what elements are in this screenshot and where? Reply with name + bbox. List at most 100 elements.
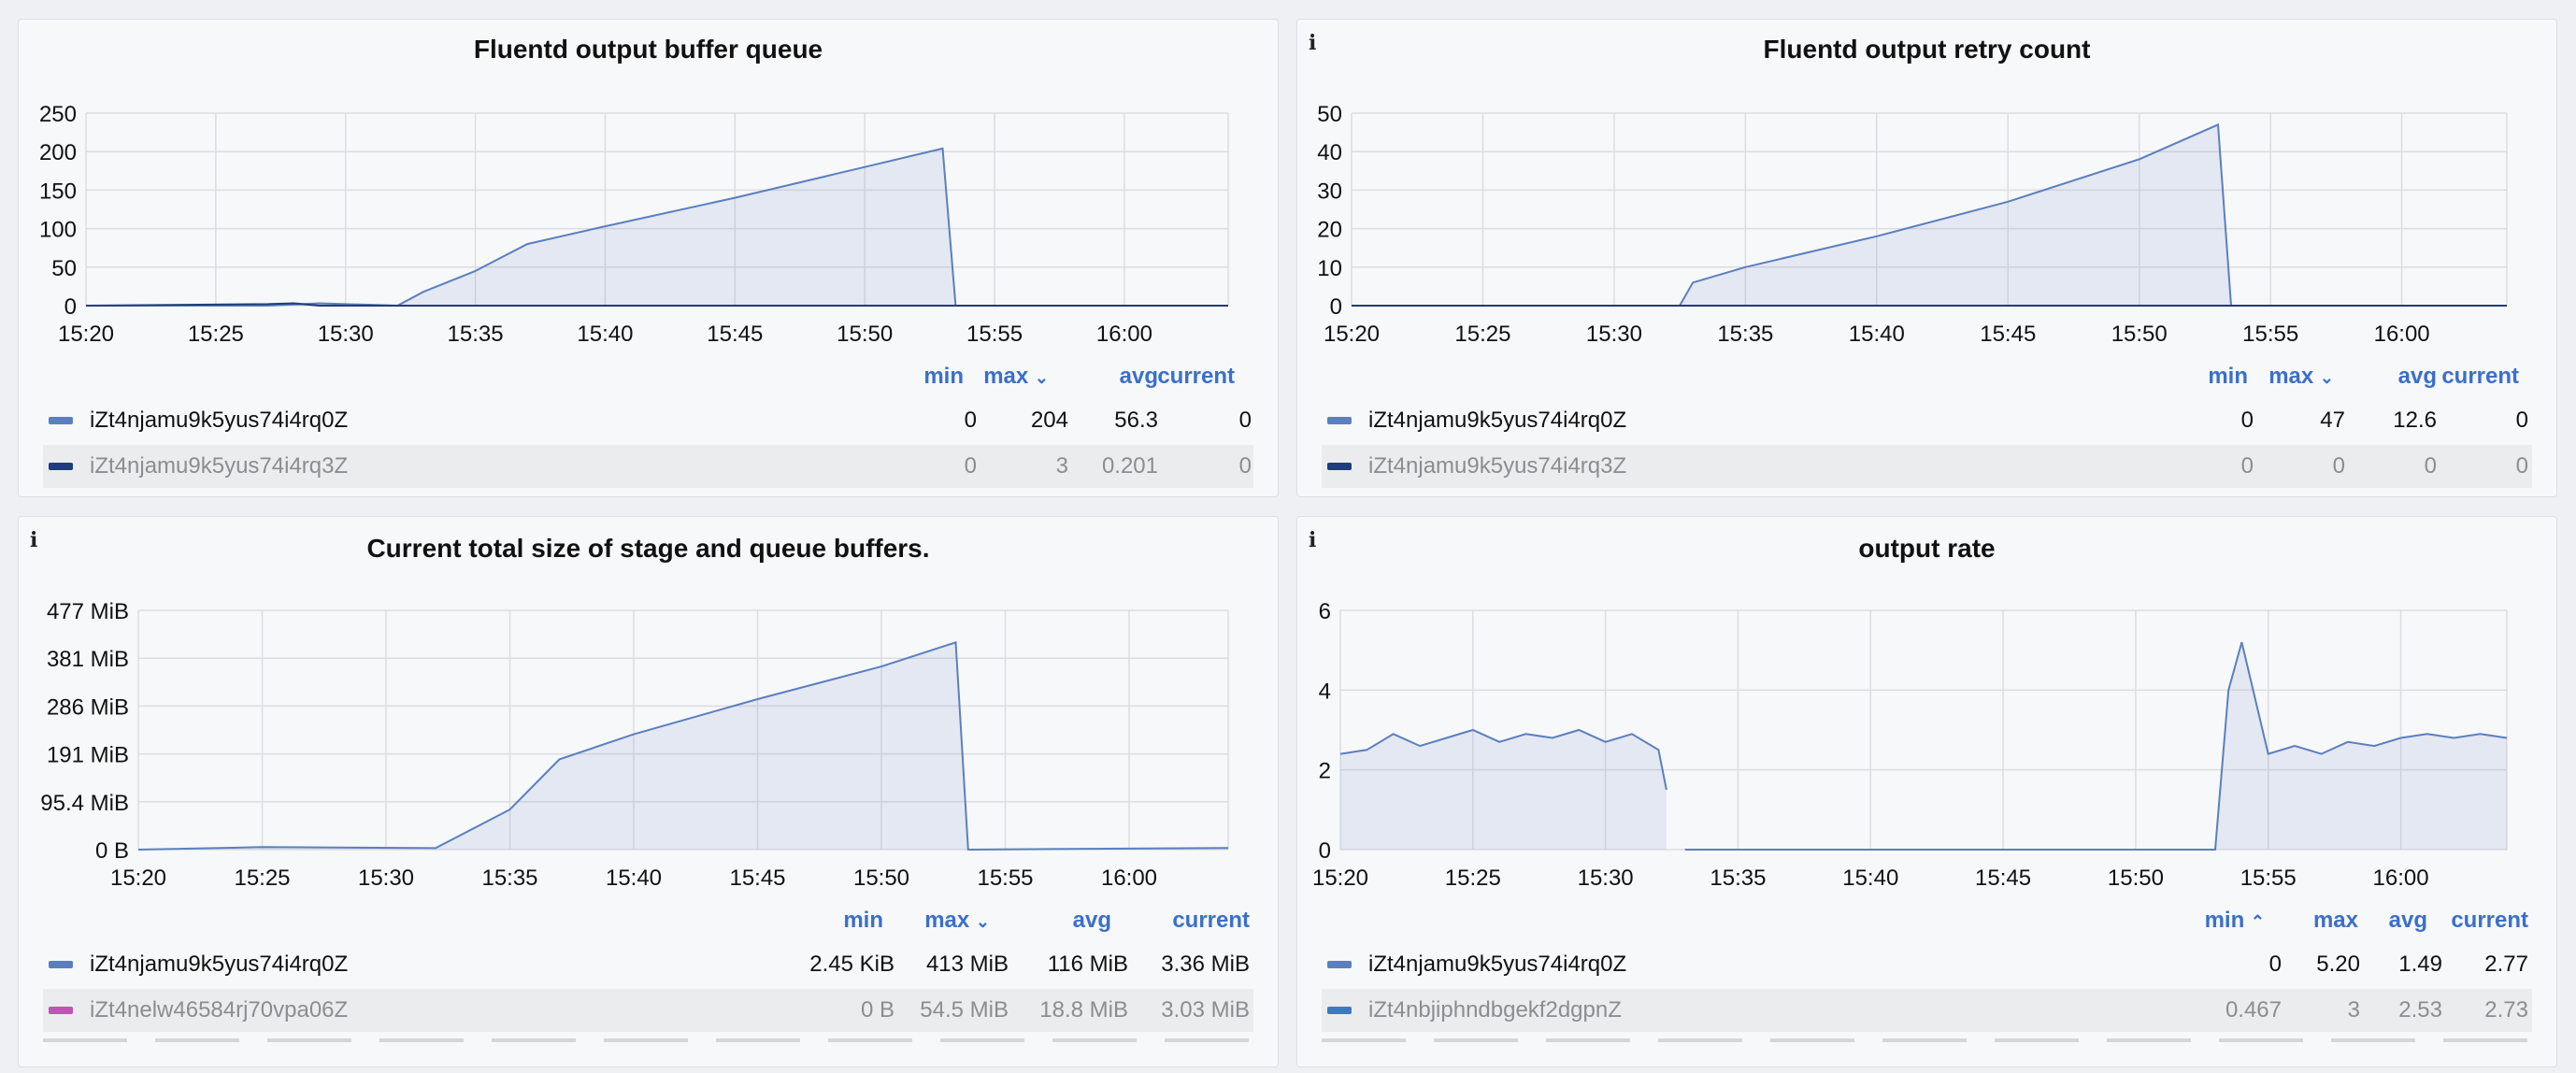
y-tick-label: 100 — [39, 218, 77, 243]
legend-col-min[interactable]: min — [843, 908, 883, 934]
legend-min: 0 — [964, 453, 977, 479]
series-name[interactable]: iZt4nelw46584rj70vpa06Z — [90, 989, 348, 1032]
legend-avg: 1.49 — [2398, 951, 2442, 977]
legend-item[interactable]: iZt4njamu9k5yus74i4rq0Z 2.45 KiB 413 MiB… — [43, 943, 1253, 986]
series-name[interactable]: iZt4njamu9k5yus74i4rq0Z — [1368, 399, 1626, 442]
legend-col-max[interactable]: max ⌄ — [2268, 364, 2334, 390]
panel-output-rate[interactable]: i output rate 6 4 2 0 15:20 15:25 15:30 15:35 15… — [1296, 516, 2557, 1067]
legend-item[interactable]: iZt4njamu9k5yus74i4rq0Z 0 47 12.6 0 — [1322, 399, 2532, 442]
chevron-down-icon: ⌄ — [2319, 368, 2334, 387]
series-color-swatch[interactable] — [49, 417, 73, 424]
legend-col-current[interactable]: current — [1172, 908, 1250, 934]
y-tick-label: 40 — [1317, 140, 1342, 165]
series-name[interactable]: iZt4njamu9k5yus74i4rq0Z — [1368, 943, 1626, 986]
legend-min: 0 B — [860, 997, 894, 1023]
series-color-swatch[interactable] — [1327, 1007, 1352, 1014]
y-tick-label: 191 MiB — [47, 743, 129, 768]
series-color-swatch[interactable] — [1327, 417, 1352, 424]
legend-max: 54.5 MiB — [920, 997, 1009, 1023]
panel-current-total-buffer-size[interactable]: i Current total size of stage and queue … — [18, 516, 1279, 1067]
x-tick-label: 15:55 — [2240, 866, 2297, 891]
y-tick-label: 0 — [1330, 294, 1342, 320]
x-tick-label: 16:00 — [1096, 322, 1152, 347]
legend-col-avg[interactable]: avg — [1073, 908, 1111, 934]
series-color-swatch[interactable] — [1327, 463, 1352, 470]
x-tick-label: 15:35 — [1710, 866, 1766, 891]
x-tick-label: 15:35 — [481, 866, 537, 891]
legend-min: 0 — [2240, 408, 2254, 433]
legend-col-min[interactable]: min ⌃ — [2205, 908, 2265, 934]
y-tick-label: 4 — [1319, 679, 1331, 704]
legend-min: 0 — [2240, 453, 2254, 479]
x-tick-label: 16:00 — [2373, 866, 2429, 891]
chart-buffer-size: 477 MiB381 MiB286 MiB191 MiB95.4 MiB0 B1… — [40, 599, 1229, 891]
x-tick-label: 15:50 — [837, 322, 893, 347]
x-tick-label: 15:20 — [1312, 866, 1368, 891]
series-color-swatch[interactable] — [49, 1007, 73, 1014]
series-name[interactable]: iZt4njamu9k5yus74i4rq3Z — [1368, 445, 1626, 488]
legend-avg: 2.53 — [2398, 997, 2442, 1023]
series-name[interactable]: iZt4njamu9k5yus74i4rq0Z — [90, 399, 348, 442]
panel-fluentd-output-retry-count[interactable]: i Fluentd output retry count 50 40 30 20 10 0… — [1296, 19, 2557, 497]
legend-current: 3.03 MiB — [1161, 997, 1250, 1023]
y-tick-label: 0 B — [95, 838, 129, 864]
legend-col-max[interactable]: max ⌄ — [924, 908, 990, 934]
legend-max: 3 — [1055, 453, 1068, 479]
legend-item[interactable]: iZt4njamu9k5yus74i4rq3Z 0 3 0.201 0 — [43, 445, 1253, 488]
legend-item[interactable]: iZt4njamu9k5yus74i4rq0Z 0 5.20 1.49 2.77 — [1322, 943, 2532, 986]
x-tick-label: 15:50 — [2111, 322, 2168, 347]
x-tick-label: 15:45 — [1980, 322, 2036, 347]
series-name[interactable]: iZt4njamu9k5yus74i4rq0Z — [90, 943, 348, 986]
legend-col-avg[interactable]: avg — [2398, 364, 2437, 390]
x-tick-label: 15:25 — [1445, 866, 1501, 891]
legend-header: min max ⌄ avg current — [1297, 364, 2556, 392]
legend-col-avg[interactable]: avg — [1120, 364, 1158, 390]
y-tick-label: 50 — [1317, 102, 1342, 127]
legend-current: 0 — [1238, 408, 1252, 433]
y-tick-label: 286 MiB — [47, 694, 129, 720]
legend-max: 5.20 — [2316, 951, 2360, 977]
legend-header: min max ⌄ avg current — [19, 364, 1278, 392]
y-tick-label: 250 — [39, 102, 77, 127]
x-tick-label: 15:30 — [1578, 866, 1634, 891]
y-tick-label: 50 — [51, 256, 77, 281]
series-color-swatch[interactable] — [49, 961, 73, 968]
legend-avg: 116 MiB — [1047, 951, 1128, 977]
legend-item[interactable]: iZt4njamu9k5yus74i4rq3Z 0 0 0 0 — [1322, 445, 2532, 488]
legend-max: 0 — [2332, 453, 2345, 479]
x-tick-label: 15:35 — [448, 322, 504, 347]
legend-col-current[interactable]: current — [2451, 908, 2528, 934]
legend-min: 0 — [2268, 951, 2282, 977]
y-tick-label: 477 MiB — [47, 599, 129, 624]
x-tick-label: 16:00 — [2374, 322, 2430, 347]
legend-col-current[interactable]: current — [2441, 364, 2519, 390]
series-area — [138, 642, 1228, 850]
legend-min: 0.467 — [2225, 997, 2282, 1023]
series-name[interactable]: iZt4nbjiphndbgekf2dgpnZ — [1368, 989, 1622, 1032]
chevron-down-icon: ⌄ — [975, 912, 990, 931]
legend-col-max[interactable]: max ⌄ — [983, 364, 1049, 390]
legend-col-min[interactable]: min — [2208, 364, 2248, 390]
y-tick-label: 381 MiB — [47, 647, 129, 672]
x-tick-label: 15:20 — [1324, 322, 1380, 347]
series-area — [1684, 642, 2507, 850]
series-color-swatch[interactable] — [49, 463, 73, 470]
legend-col-current[interactable]: current — [1157, 364, 1235, 390]
series-area — [1340, 730, 1667, 850]
x-tick-label: 15:50 — [2108, 866, 2164, 891]
legend-item[interactable]: iZt4njamu9k5yus74i4rq0Z 0 204 56.3 0 — [43, 399, 1253, 442]
legend-avg: 18.8 MiB — [1039, 997, 1128, 1023]
y-tick-label: 10 — [1317, 256, 1342, 281]
legend-current: 3.36 MiB — [1161, 951, 1250, 977]
chevron-up-icon: ⌃ — [2250, 912, 2265, 931]
legend-col-max[interactable]: max — [2313, 908, 2358, 934]
series-color-swatch[interactable] — [1327, 961, 1352, 968]
legend-item[interactable]: iZt4nelw46584rj70vpa06Z 0 B 54.5 MiB 18.… — [43, 989, 1253, 1032]
legend-item[interactable]: iZt4nbjiphndbgekf2dgpnZ 0.467 3 2.53 2.7… — [1322, 989, 2532, 1032]
series-name[interactable]: iZt4njamu9k5yus74i4rq3Z — [90, 445, 348, 488]
legend-col-min[interactable]: min — [923, 364, 964, 390]
y-tick-label: 2 — [1319, 759, 1331, 784]
panel-fluentd-output-buffer-queue[interactable]: Fluentd output buffer queue 250 200 150 100… — [18, 19, 1279, 497]
chart-buffer-queue: 250 200 150 100 50 015:20 15:25 15:30 15:35 15:40… — [39, 102, 1229, 347]
legend-col-avg[interactable]: avg — [2389, 908, 2427, 934]
